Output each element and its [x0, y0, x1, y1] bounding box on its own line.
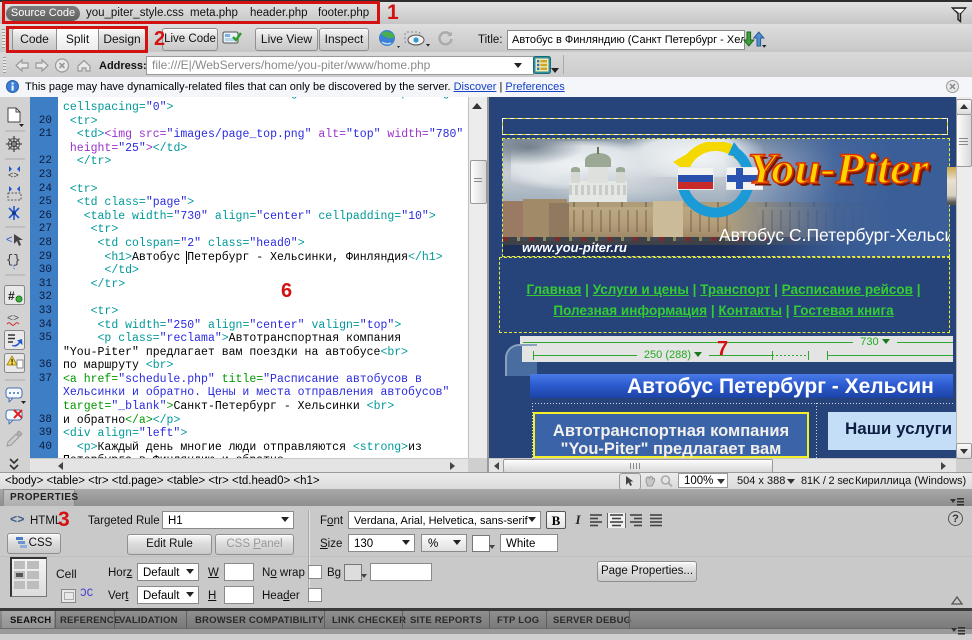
svg-text:{}: {} — [6, 253, 20, 267]
svg-text:<: < — [6, 235, 13, 247]
svg-text:<>: <> — [8, 171, 19, 181]
svg-text:<>: <> — [7, 314, 19, 325]
svg-text:#: # — [8, 289, 15, 303]
